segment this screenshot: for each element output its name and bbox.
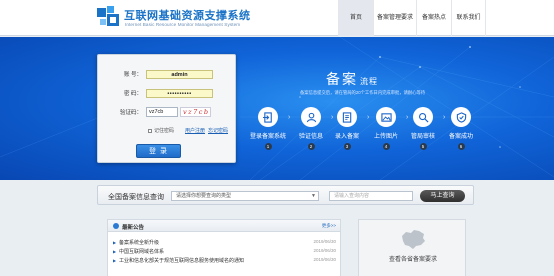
captcha-input[interactable]: vz7cb xyxy=(146,107,178,117)
login-panel: 账 号： admin 密 码： •••••••••• 验证码： vz7cb vz… xyxy=(97,54,236,163)
process-step-6: 备案成功 6 xyxy=(438,107,484,150)
step-number: 6 xyxy=(457,143,465,150)
forgot-password-link[interactable]: 忘记密码 xyxy=(208,127,228,134)
process-title-suffix: 流程 xyxy=(360,77,378,86)
bullet-icon: ▶ xyxy=(113,240,117,245)
step-number: 5 xyxy=(419,143,427,150)
bullet-icon: ▶ xyxy=(113,258,117,263)
announcement-header: 最新公告 更多>> xyxy=(108,220,340,232)
step-number: 2 xyxy=(307,143,315,150)
nav-contact-us[interactable]: 联系我们 xyxy=(451,0,486,36)
main-nav: 首页 备案管理要求 备案热点 联系我们 xyxy=(338,0,486,36)
query-type-select[interactable]: 请选择你想要查询的类型 ▼ xyxy=(171,191,319,201)
announcement-text: 中国互联网域名体系 xyxy=(119,249,165,255)
step-number: 4 xyxy=(382,143,390,150)
remember-label: 记住密码 xyxy=(154,128,175,134)
hero-banner: 备案 流程 备案信息提交后，请在管局的20个工作日内完成审批，请耐心等待 登录备案… xyxy=(0,37,554,180)
nav-filing-hotspots[interactable]: 备案热点 xyxy=(416,0,451,36)
announcement-title: 最新公告 xyxy=(122,225,145,231)
password-input[interactable]: •••••••••• xyxy=(146,88,213,98)
site-header: 互联网基础资源支撑系统 Internet Basic Resource Moni… xyxy=(0,0,554,36)
announcement-list: ▶ 备案系统全新升级 2019/06/30 ▶ 中国互联网域名体系 2019/0… xyxy=(108,239,340,266)
edit-icon xyxy=(337,107,357,127)
site-subtitle: Internet Basic Resource Monitor Manageme… xyxy=(125,22,241,27)
announcement-text: 备案系统全新升级 xyxy=(119,240,160,246)
province-requirements-label: 查看各省备案要求 xyxy=(388,257,437,263)
list-item[interactable]: ▶ 备案系统全新升级 2019/06/30 xyxy=(108,239,340,248)
step-label: 备案成功 xyxy=(448,134,473,140)
province-requirements-card[interactable]: 查看各省备案要求 xyxy=(358,219,466,276)
process-step-1: 登录备案系统 1 xyxy=(245,107,291,150)
remember-password[interactable]: 记住密码 xyxy=(148,127,174,134)
chevron-down-icon: ▼ xyxy=(311,193,316,199)
step-number: 1 xyxy=(264,143,272,150)
query-submit-button[interactable]: 马上查询 xyxy=(420,190,465,202)
announcement-panel: 最新公告 更多>> ▶ 备案系统全新升级 2019/06/30 ▶ 中国互联网域… xyxy=(107,219,341,276)
username-label: 账 号： xyxy=(123,72,142,78)
password-row: 密 码： •••••••••• xyxy=(98,88,213,98)
site-title: 互联网基础资源支撑系统 xyxy=(124,10,251,22)
step-number: 3 xyxy=(343,143,351,150)
nav-filing-requirements[interactable]: 备案管理要求 xyxy=(373,0,416,36)
login-icon xyxy=(258,107,278,127)
announcement-date: 2019/06/30 xyxy=(313,239,336,244)
query-title: 全国备案信息查询 xyxy=(108,194,164,201)
captcha-label: 验证码： xyxy=(119,110,142,116)
success-icon xyxy=(451,107,471,127)
review-icon xyxy=(413,107,433,127)
query-select-placeholder: 请选择你想要查询的类型 xyxy=(176,193,232,199)
bullet-icon: ▶ xyxy=(113,249,117,254)
register-link[interactable]: 用户注册 xyxy=(185,127,205,134)
logo-icon xyxy=(97,6,119,26)
announcement-text: 工业和信息化部关于规范互联网信息服务使用域名的通知 xyxy=(119,258,245,264)
username-row: 账 号： admin xyxy=(98,69,213,79)
process-title: 备案 流程 xyxy=(326,69,378,89)
nav-home[interactable]: 首页 xyxy=(338,0,373,36)
password-label: 密 码： xyxy=(123,91,142,97)
announcement-icon xyxy=(113,223,119,229)
remember-checkbox[interactable] xyxy=(148,128,152,133)
captcha-image[interactable]: vz7cb xyxy=(180,107,211,117)
process-description: 备案信息提交后，请在管局的20个工作日内完成审批，请耐心等待 xyxy=(300,90,426,95)
process-title-main: 备案 xyxy=(326,71,358,87)
query-content-input[interactable]: 请输入查询内容 xyxy=(329,191,413,201)
step-label: 登录备案系统 xyxy=(249,134,286,140)
list-item[interactable]: ▶ 中国互联网域名体系 2019/06/30 xyxy=(108,248,340,257)
login-button[interactable]: 登 录 xyxy=(136,144,181,158)
upload-icon xyxy=(376,107,396,127)
announcement-date: 2019/06/30 xyxy=(313,248,336,253)
announcement-more-link[interactable]: 更多>> xyxy=(322,223,336,229)
list-item[interactable]: ▶ 工业和信息化部关于规范互联网信息服务使用域名的通知 2019/06/30 xyxy=(108,257,340,266)
filing-query-bar: 全国备案信息查询 请选择你想要查询的类型 ▼ 请输入查询内容 马上查询 xyxy=(97,185,474,205)
china-map-icon xyxy=(402,230,425,249)
captcha-row: 验证码： vz7cb vz7cb xyxy=(98,107,211,117)
verify-icon xyxy=(301,107,321,127)
announcement-date: 2019/06/30 xyxy=(313,257,336,262)
username-input[interactable]: admin xyxy=(146,69,213,79)
